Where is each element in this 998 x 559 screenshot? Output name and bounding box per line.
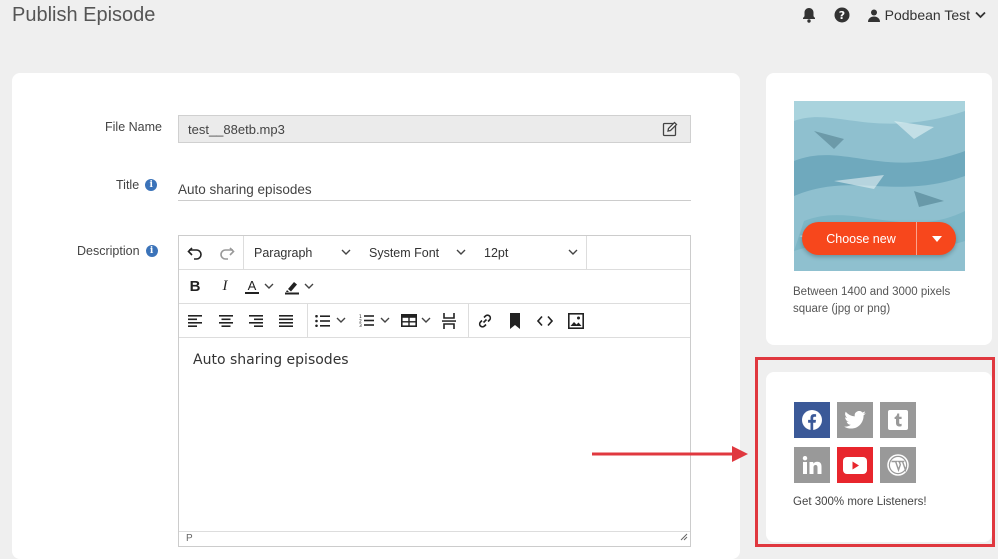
font-family-value: System Font xyxy=(369,245,440,260)
page-title: Publish Episode xyxy=(12,4,156,26)
italic-icon[interactable]: I xyxy=(211,270,239,304)
highlight-color-button[interactable] xyxy=(279,270,319,304)
chevron-down-icon xyxy=(456,249,466,255)
file-name-field: test__88etb.mp3 xyxy=(178,115,691,143)
page-break-icon[interactable] xyxy=(436,304,462,338)
file-name-label-text: File Name xyxy=(105,120,162,134)
chevron-down-icon xyxy=(380,317,389,323)
user-name: Podbean Test xyxy=(884,7,970,23)
cover-art-card: Choose new Between 1400 and 3000 pixels … xyxy=(766,73,992,345)
highlight-box xyxy=(755,357,995,547)
align-left-icon[interactable] xyxy=(179,304,211,338)
table-icon xyxy=(401,314,417,327)
title-label-text: Title xyxy=(116,178,140,192)
top-actions: ? Podbean Test xyxy=(802,7,986,23)
chevron-down-icon xyxy=(975,11,986,19)
editor-paragraph: Auto sharing episodes xyxy=(193,352,349,368)
info-icon[interactable]: i xyxy=(145,179,158,191)
user-icon xyxy=(867,9,880,22)
toolbar-row-1: Paragraph System Font 12pt xyxy=(179,235,690,270)
align-center-icon[interactable] xyxy=(211,304,241,338)
align-justify-icon[interactable] xyxy=(271,304,301,338)
info-icon[interactable]: i xyxy=(145,245,158,257)
chevron-down-icon xyxy=(336,317,345,323)
highlighter-icon xyxy=(285,281,299,294)
table-button[interactable] xyxy=(396,304,436,338)
bullet-list-button[interactable] xyxy=(308,304,352,338)
text-color-button[interactable]: A xyxy=(239,270,279,304)
chevron-down-icon xyxy=(421,317,431,323)
editor-statusbar: P xyxy=(179,531,690,546)
bold-icon[interactable]: B xyxy=(179,270,211,304)
numbered-list-button[interactable]: 123 xyxy=(352,304,396,338)
redo-icon[interactable] xyxy=(211,236,243,270)
toolbar-row-3: 123 xyxy=(179,303,690,338)
font-size-value: 12pt xyxy=(484,245,509,260)
image-icon[interactable] xyxy=(561,304,591,338)
top-bar: Publish Episode ? Podbean Test xyxy=(0,0,998,34)
user-menu[interactable]: Podbean Test xyxy=(867,7,986,23)
toolbar-row-2: B I A xyxy=(179,270,690,304)
cover-size-hint: Between 1400 and 3000 pixels square (jpg… xyxy=(793,286,951,315)
editor-content[interactable]: Auto sharing episodes xyxy=(179,338,690,528)
block-format-select[interactable]: Paragraph xyxy=(244,236,359,270)
title-label: Title i xyxy=(116,178,158,192)
choose-new-button[interactable]: Choose new xyxy=(802,222,956,255)
chevron-down-icon xyxy=(568,249,578,255)
element-path[interactable]: P xyxy=(186,533,193,544)
text-color-icon: A xyxy=(245,279,259,294)
file-name-value: test__88etb.mp3 xyxy=(188,122,285,137)
help-icon[interactable]: ? xyxy=(834,7,850,23)
cover-image: Choose new xyxy=(794,101,965,271)
file-name-label: File Name xyxy=(105,120,162,134)
chevron-down-icon xyxy=(304,283,314,289)
align-right-icon[interactable] xyxy=(241,304,271,338)
edit-icon[interactable] xyxy=(662,121,678,140)
bookmark-icon[interactable] xyxy=(501,304,529,338)
block-format-value: Paragraph xyxy=(254,245,313,260)
resize-handle-icon[interactable] xyxy=(680,533,688,544)
bullet-list-icon xyxy=(314,314,330,327)
font-family-select[interactable]: System Font xyxy=(359,236,474,270)
description-label-text: Description xyxy=(77,244,140,258)
caret-down-icon[interactable] xyxy=(916,222,956,255)
episode-form-card: File Name test__88etb.mp3 Title i Descri… xyxy=(12,73,740,559)
code-icon[interactable] xyxy=(529,304,561,338)
title-input[interactable] xyxy=(178,173,691,201)
svg-text:3: 3 xyxy=(359,323,362,327)
description-label: Description i xyxy=(77,244,158,258)
chevron-down-icon xyxy=(264,283,274,289)
toolbar-separator xyxy=(586,235,587,270)
undo-icon[interactable] xyxy=(179,236,211,270)
annotation-arrow-icon xyxy=(592,446,748,462)
numbered-list-icon: 123 xyxy=(359,314,374,327)
svg-text:A: A xyxy=(248,279,257,293)
chevron-down-icon xyxy=(341,249,351,255)
svg-text:?: ? xyxy=(838,9,844,22)
link-icon[interactable] xyxy=(469,304,501,338)
description-editor: Paragraph System Font 12pt B I A 1 2 3 A… xyxy=(178,235,691,547)
bell-icon[interactable] xyxy=(802,7,816,23)
choose-new-label: Choose new xyxy=(826,231,896,246)
font-size-select[interactable]: 12pt xyxy=(474,236,586,270)
